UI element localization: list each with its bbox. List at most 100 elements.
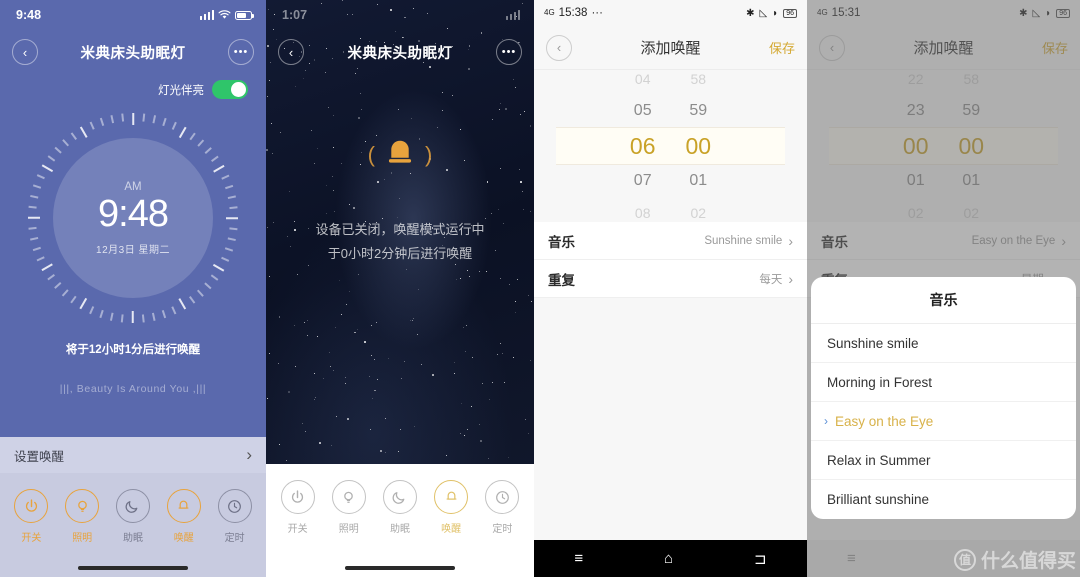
star — [314, 372, 316, 374]
action-bulb[interactable]: 照明 — [65, 489, 100, 544]
action-bell[interactable]: 唤醒 — [434, 480, 469, 535]
bell-icon: ( ) — [368, 136, 432, 174]
picker-value[interactable]: 05 — [634, 95, 652, 127]
star — [460, 129, 462, 131]
wake-message-line1: 设备已关闭，唤醒模式运行中 — [315, 222, 485, 237]
back-button[interactable]: ‹ — [12, 39, 38, 65]
page-title: 添加唤醒 — [640, 40, 701, 57]
clock-tick — [211, 155, 219, 162]
more-button[interactable]: ••• — [496, 39, 522, 65]
action-power[interactable]: 开关 — [280, 480, 315, 535]
action-moon[interactable]: 助眠 — [115, 489, 150, 544]
menu-icon[interactable]: ≡ — [574, 550, 583, 567]
action-power[interactable]: 开关 — [14, 489, 49, 544]
music-option[interactable]: Sunshine smile — [811, 324, 1076, 363]
clock-tick — [89, 121, 95, 130]
hour-column[interactable]: 04 05 06 07 08 — [630, 63, 656, 229]
star — [368, 375, 370, 377]
action-bulb[interactable]: 照明 — [331, 480, 366, 535]
clock-icon — [485, 480, 520, 514]
picker-value[interactable]: 02 — [691, 197, 707, 229]
clock-tick — [221, 256, 230, 262]
clock-tick — [225, 184, 234, 189]
star — [340, 314, 342, 316]
picker-value[interactable]: 07 — [634, 165, 652, 197]
star — [373, 359, 375, 361]
more-button[interactable]: ••• — [228, 39, 254, 65]
picker-value[interactable]: 08 — [635, 197, 651, 229]
star — [372, 397, 374, 399]
action-clock[interactable]: 定时 — [485, 480, 520, 535]
star — [404, 361, 406, 363]
music-option[interactable]: Brilliant sunshine — [811, 480, 1076, 519]
star — [531, 300, 533, 302]
picker-value[interactable]: 01 — [689, 165, 707, 197]
minute-column[interactable]: 5859000102 — [686, 63, 712, 229]
star — [445, 454, 447, 456]
music-option-label: Relax in Summer — [827, 452, 931, 468]
status-time: 1:07 — [282, 8, 308, 22]
power-icon — [14, 489, 49, 523]
music-option[interactable]: Relax in Summer — [811, 441, 1076, 480]
star — [514, 311, 516, 313]
star — [338, 279, 340, 281]
status-dots: ··· — [591, 7, 603, 19]
star — [464, 435, 466, 437]
clock-inner-face: AM 9:48 12月3日 星期二 — [53, 138, 213, 298]
clock-tick — [28, 206, 37, 209]
wake-hint-text: 将于12小时1分后进行唤醒 — [65, 344, 201, 356]
clock-tick — [142, 113, 145, 122]
music-option-label: Brilliant sunshine — [827, 492, 930, 507]
back-icon[interactable]: ⊐ — [754, 550, 767, 568]
music-action-sheet: 音乐 Sunshine smile Morning in Forest › Easy … — [811, 277, 1076, 519]
bell-icon — [166, 489, 201, 523]
star — [463, 327, 465, 329]
clock-tick — [227, 195, 236, 199]
back-button[interactable]: ‹ — [278, 39, 304, 65]
action-label: 照明 — [338, 524, 359, 535]
picker-value[interactable]: 59 — [689, 95, 707, 127]
picker-value[interactable]: 00 — [686, 127, 712, 165]
star — [358, 117, 361, 120]
status-left: 4G 15:38 ··· — [544, 7, 603, 19]
star — [269, 275, 271, 277]
picker-value[interactable]: 06 — [630, 127, 656, 165]
clock-tick — [162, 310, 167, 319]
status-bar: 9:48 — [0, 0, 266, 30]
settings-row-value: Sunshine smile › — [704, 233, 793, 249]
picker-value[interactable]: 58 — [691, 63, 707, 95]
star — [327, 106, 329, 108]
action-bar: 开关 照明 助眠 唤醒 定时 — [266, 464, 534, 577]
action-clock[interactable]: 定时 — [217, 489, 252, 544]
settings-row-label: 重复 — [548, 272, 575, 288]
star — [461, 402, 463, 404]
star — [500, 343, 502, 345]
picker-columns: 04 05 06 07 08 58 59 00 01 02 — [630, 63, 711, 229]
back-button[interactable]: ‹ — [546, 34, 572, 61]
status-right: ✱ ◺ ◗ 96 — [746, 8, 797, 19]
nav-bar: ‹ 米典床头助眠灯 ••• — [266, 30, 534, 74]
settings-row-label: 音乐 — [548, 234, 575, 250]
clock-tick — [47, 274, 55, 281]
home-icon[interactable]: ⌂ — [664, 550, 673, 567]
light-toggle-switch[interactable] — [212, 80, 248, 99]
save-button[interactable]: 保存 — [769, 38, 795, 57]
set-wake-row[interactable]: 设置唤醒 › — [0, 437, 266, 473]
star — [266, 398, 268, 400]
star — [357, 329, 359, 331]
action-moon[interactable]: 助眠 — [382, 480, 417, 535]
bulb-icon — [65, 489, 100, 523]
star — [336, 416, 338, 418]
star — [488, 398, 490, 400]
time-picker[interactable]: 04 05 06 07 08 58 59 00 01 02 — [534, 70, 807, 222]
clock-meridiem: AM — [124, 180, 142, 193]
picker-value[interactable]: 04 — [635, 63, 651, 95]
music-option[interactable]: › Easy on the Eye — [811, 402, 1076, 441]
action-label: 助眠 — [122, 533, 143, 544]
action-bell[interactable]: 唤醒 — [166, 489, 201, 544]
star — [513, 356, 515, 358]
music-option[interactable]: Morning in Forest — [811, 363, 1076, 402]
settings-row[interactable]: 重复 每天 › — [534, 260, 807, 298]
star — [520, 113, 522, 115]
clock-tick — [54, 147, 62, 154]
